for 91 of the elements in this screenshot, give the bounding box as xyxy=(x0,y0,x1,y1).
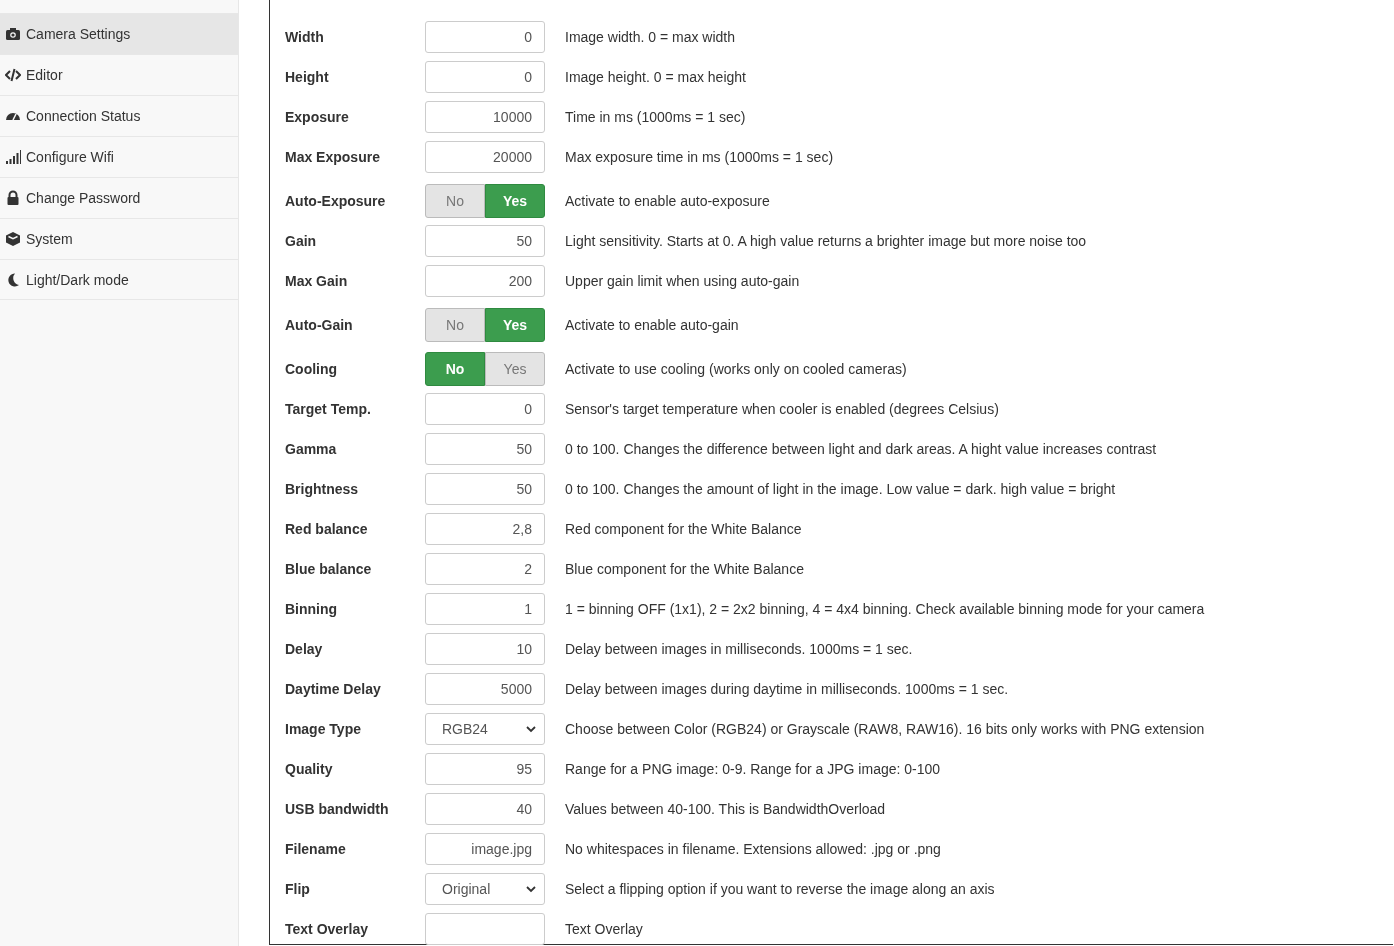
sidebar-item[interactable]: Editor xyxy=(0,54,238,95)
setting-description: Delay between images during daytime in milliseconds. 1000ms = 1 sec. xyxy=(565,681,1009,697)
setting-label: Auto-Exposure xyxy=(285,193,387,209)
text-field[interactable]: 50 xyxy=(425,473,545,505)
lock-icon xyxy=(5,190,21,206)
setting-label: Max Exposure xyxy=(285,149,381,165)
sidebar-item[interactable]: Camera Settings xyxy=(0,13,238,54)
setting-label: Daytime Delay xyxy=(285,681,382,697)
text-field[interactable]: 50 xyxy=(425,225,545,257)
sidebar-item[interactable]: System xyxy=(0,218,238,259)
text-field[interactable]: 2 xyxy=(425,553,545,585)
dropdown[interactable]: Original xyxy=(425,873,545,905)
setting-description: Time in ms (1000ms = 1 sec) xyxy=(565,109,746,125)
setting-description: Delay between images in milliseconds. 1000ms = 1 sec. xyxy=(565,641,913,657)
setting-description: Range for a PNG image: 0-9. Range for a JPG image: 0-100 xyxy=(565,761,941,777)
setting-label: Gamma xyxy=(285,441,338,457)
setting-description: Activate to use cooling (works only on cooled cameras) xyxy=(565,361,907,377)
text-field[interactable]: 5000 xyxy=(425,673,545,705)
setting-label: Binning xyxy=(285,601,339,617)
setting-label: Width xyxy=(285,29,325,45)
setting-description: Activate to enable auto-exposure xyxy=(565,193,770,209)
setting-description: Image height. 0 = max height xyxy=(565,69,746,85)
toggle-option[interactable]: No xyxy=(425,308,485,342)
text-field[interactable] xyxy=(425,913,545,945)
text-field[interactable]: 40 xyxy=(425,793,545,825)
setting-description: 1 = binning OFF (1x1), 2 = 2x2 binning, 4 = 4x4 binning. Check available binning mode for your camera xyxy=(565,601,1205,617)
text-field[interactable]: 95 xyxy=(425,753,545,785)
setting-label: Flip xyxy=(285,881,311,897)
setting-description: Choose between Color (RGB24) or Grayscale (RAW8, RAW16). 16 bits only works with PNG extension xyxy=(565,721,1205,737)
camera-icon xyxy=(5,26,21,42)
dropdown[interactable]: RGB24 xyxy=(425,713,545,745)
setting-label: Max Gain xyxy=(285,273,349,289)
setting-description: Text Overlay xyxy=(565,921,643,937)
setting-label: Brightness xyxy=(285,481,360,497)
text-field[interactable]: 200 xyxy=(425,265,545,297)
setting-description: Sensor's target temperature when cooler is enabled (degrees Celsius) xyxy=(565,401,999,417)
chevron-icon xyxy=(526,885,536,893)
sidebar-label: Light/Dark mode xyxy=(26,271,129,288)
text-field[interactable]: 20000 xyxy=(425,141,545,173)
setting-label: Blue balance xyxy=(285,561,373,577)
setting-label: Image Type xyxy=(285,721,362,737)
setting-label: Cooling xyxy=(285,361,339,377)
text-field[interactable]: 50 xyxy=(425,433,545,465)
sidebar-label: Connection Status xyxy=(26,108,141,124)
toggle-option[interactable]: Yes xyxy=(485,352,545,386)
setting-label: Filename xyxy=(285,841,347,857)
setting-description: Select a flipping option if you want to reverse the image along an axis xyxy=(565,881,995,897)
sidebar-item[interactable]: Change Password xyxy=(0,177,238,218)
setting-label: Height xyxy=(285,69,330,85)
setting-description: Max exposure time in ms (1000ms = 1 sec) xyxy=(565,149,834,165)
text-field[interactable]: 0 xyxy=(425,21,545,53)
setting-label: Gain xyxy=(285,233,318,249)
setting-description: Blue component for the White Balance xyxy=(565,561,804,577)
sidebar-label: System xyxy=(26,231,73,247)
sidebar-label: Camera Settings xyxy=(26,26,131,42)
text-field[interactable]: image.jpg xyxy=(425,833,545,865)
signal-icon xyxy=(5,149,21,165)
moon-icon xyxy=(5,271,21,288)
setting-description: Upper gain limit when using auto-gain xyxy=(565,273,800,289)
text-field[interactable]: 0 xyxy=(425,393,545,425)
text-field[interactable]: 2,8 xyxy=(425,513,545,545)
setting-label: Red balance xyxy=(285,521,369,537)
text-field[interactable]: 0 xyxy=(425,61,545,93)
text-field[interactable]: 10 xyxy=(425,633,545,665)
setting-label: Text Overlay xyxy=(285,921,369,937)
toggle-option[interactable]: No xyxy=(425,184,485,218)
setting-description: No whitespaces in filename. Extensions allowed: .jpg or .png xyxy=(565,841,941,857)
setting-label: Auto-Gain xyxy=(285,317,354,333)
setting-description: Image width. 0 = max width xyxy=(565,29,736,45)
setting-label: Delay xyxy=(285,641,324,657)
setting-description: Activate to enable auto-gain xyxy=(565,317,739,333)
setting-label: USB bandwidth xyxy=(285,801,390,817)
setting-description: Values between 40-100. This is BandwidthOverload xyxy=(565,801,886,817)
setting-description: Red component for the White Balance xyxy=(565,521,802,537)
sidebar-label: Editor xyxy=(26,67,63,83)
text-field[interactable]: 10000 xyxy=(425,101,545,133)
chevron-icon xyxy=(526,725,536,733)
cube-icon xyxy=(5,231,21,247)
sidebar-item[interactable]: Connection Status xyxy=(0,95,238,136)
setting-description: Light sensitivity. Starts at 0. A high value returns a brighter image but more noise too xyxy=(565,233,1087,249)
sidebar-item[interactable]: Light/Dark mode xyxy=(0,259,238,300)
sidebar-label: Change Password xyxy=(26,190,141,206)
sidebar-item[interactable]: Configure Wifi xyxy=(0,136,238,177)
setting-label: Exposure xyxy=(285,109,350,125)
setting-label: Quality xyxy=(285,761,334,777)
code-icon xyxy=(5,67,21,83)
text-field[interactable]: 1 xyxy=(425,593,545,625)
setting-description: 0 to 100. Changes the amount of light in the image. Low value = dark. high value = bright xyxy=(565,481,1116,497)
sidebar-label: Configure Wifi xyxy=(26,149,114,165)
setting-description: 0 to 100. Changes the difference between light and dark areas. A hight value increases contrast xyxy=(565,441,1157,457)
setting-label: Target Temp. xyxy=(285,401,372,417)
